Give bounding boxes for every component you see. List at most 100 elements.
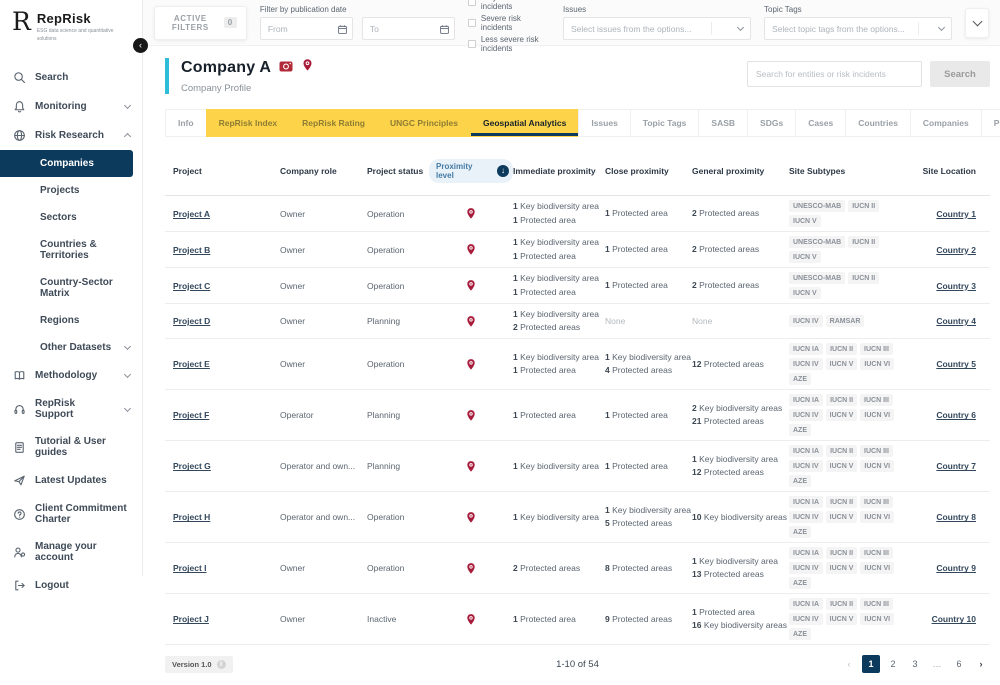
site-subtype-chip: IUCN VI xyxy=(860,613,894,625)
sidebar-item-projects[interactable]: Projects xyxy=(0,177,142,204)
site-subtypes-cell: IUCN IAIUCN IIIUCN IIIIUCN IVIUCN VIUCN … xyxy=(789,547,920,589)
tab-ungc-principles[interactable]: UNGC Principles xyxy=(377,109,471,137)
site-subtype-chip: IUCN III xyxy=(860,496,893,508)
sidebar-item-manage-your-account[interactable]: Manage your account xyxy=(0,533,142,571)
tab-sdgs[interactable]: SDGs xyxy=(747,109,796,137)
site-subtype-chip: IUCN II xyxy=(826,343,857,355)
sidebar-item-latest-updates[interactable]: Latest Updates xyxy=(0,466,142,495)
site-location-link[interactable]: Country 4 xyxy=(936,316,976,326)
tab-reprisk-rating[interactable]: RepRisk Rating xyxy=(289,109,378,137)
pagination-page-2[interactable]: 2 xyxy=(884,655,902,673)
project-link[interactable]: Project E xyxy=(173,359,210,369)
sidebar-item-sectors[interactable]: Sectors xyxy=(0,204,142,231)
site-subtype-chip: IUCN V xyxy=(826,409,858,421)
project-link[interactable]: Project J xyxy=(173,614,209,624)
checkbox-icon[interactable] xyxy=(468,0,476,6)
search-input[interactable] xyxy=(747,61,922,87)
active-filters-button[interactable]: ACTIVE FILTERS 0 xyxy=(154,6,247,40)
tab-issues[interactable]: Issues xyxy=(578,109,630,137)
site-subtype-chip: IUCN III xyxy=(860,547,893,559)
sidebar-item-search[interactable]: Search xyxy=(0,63,142,92)
issues-select[interactable]: Select issues from the options... xyxy=(563,17,751,40)
site-subtypes-cell: IUCN IAIUCN IIIUCN IIIIUCN IVIUCN VIUCN … xyxy=(789,445,920,487)
active-filters-count-badge: 0 xyxy=(224,17,237,28)
checkbox-icon[interactable] xyxy=(468,19,476,27)
sidebar-item-regions[interactable]: Regions xyxy=(0,307,142,334)
app-root: R RepRisk ESG data science and quantitat… xyxy=(0,0,1000,576)
tab-countries[interactable]: Countries xyxy=(845,109,911,137)
sidebar-item-logout[interactable]: Logout xyxy=(0,571,142,600)
tab-reprisk-index[interactable]: RepRisk Index xyxy=(206,109,291,137)
pagination-prev-button[interactable]: ‹ xyxy=(840,655,858,673)
site-location-link[interactable]: Country 7 xyxy=(936,461,976,471)
sidebar-item-label: Regions xyxy=(40,315,79,326)
site-location-link[interactable]: Country 8 xyxy=(936,512,976,522)
tab-companies[interactable]: Companies xyxy=(910,109,982,137)
project-link[interactable]: Project C xyxy=(173,281,210,291)
project-link[interactable]: Project F xyxy=(173,410,209,420)
project-link[interactable]: Project B xyxy=(173,245,210,255)
tab-info[interactable]: Info xyxy=(165,109,207,137)
pagination-page-6[interactable]: 6 xyxy=(950,655,968,673)
sidebar-item-risk-research[interactable]: Risk Research xyxy=(0,121,142,150)
tab-sasb[interactable]: SASB xyxy=(698,109,748,137)
table-header-row: Project Company role Project status Prox… xyxy=(165,150,990,196)
site-location-link[interactable]: Country 10 xyxy=(932,614,976,624)
sidebar-item-monitoring[interactable]: Monitoring xyxy=(0,92,142,121)
site-location-link[interactable]: Country 6 xyxy=(936,410,976,420)
company-role-cell: Owner xyxy=(280,209,367,219)
expand-filters-button[interactable] xyxy=(965,8,989,38)
site-subtype-chip: IUCN II xyxy=(826,496,857,508)
site-location-link[interactable]: Country 2 xyxy=(936,245,976,255)
project-status-cell: Operation xyxy=(367,512,429,522)
search-button[interactable]: Search xyxy=(930,61,990,87)
pagination-next-button[interactable]: › xyxy=(972,655,990,673)
site-subtype-chip: AZE xyxy=(789,526,811,538)
tab-topic-tags[interactable]: Topic Tags xyxy=(630,109,700,137)
site-location-link[interactable]: Country 3 xyxy=(936,281,976,291)
severity-checkbox-1[interactable]: Very severe risk incidents xyxy=(468,0,550,11)
topic-tags-label: Topic Tags xyxy=(764,5,952,14)
tab-projects[interactable]: Projects xyxy=(981,109,1000,137)
project-link[interactable]: Project G xyxy=(173,461,211,471)
proximity-level-sort-button[interactable]: Proximity level ↓ xyxy=(429,159,513,183)
project-status-cell: Planning xyxy=(367,410,429,420)
site-location-link[interactable]: Country 5 xyxy=(936,359,976,369)
globe-icon xyxy=(13,129,26,142)
sidebar-collapse-button[interactable]: ‹ xyxy=(133,38,148,53)
sidebar-item-client-commitment-charter[interactable]: Client Commitment Charter xyxy=(0,495,142,533)
topic-tags-select[interactable]: Select topic tags from the options... xyxy=(764,17,952,40)
sidebar-item-reprisk-support[interactable]: RepRisk Support xyxy=(0,390,142,428)
tab-cases[interactable]: Cases xyxy=(795,109,846,137)
site-subtype-chip: IUCN V xyxy=(789,287,821,299)
immediate-proximity-cell: 1 Key biodiversity area1 Protected area xyxy=(513,272,605,298)
location-pin-icon[interactable] xyxy=(301,58,314,77)
tab-geospatial-analytics[interactable]: Geospatial Analytics xyxy=(470,109,579,137)
project-link[interactable]: Project D xyxy=(173,316,210,326)
site-location-link[interactable]: Country 9 xyxy=(936,563,976,573)
pagination-page-1[interactable]: 1 xyxy=(862,655,880,673)
general-proximity-cell: 2 Protected areas xyxy=(692,279,789,292)
close-proximity-cell: 1 Protected area xyxy=(605,207,692,220)
project-link[interactable]: Project I xyxy=(173,563,207,573)
media-icon[interactable] xyxy=(279,59,293,77)
sidebar-item-tutorial-user-guides[interactable]: Tutorial & User guides xyxy=(0,428,142,466)
sidebar-item-methodology[interactable]: Methodology xyxy=(0,361,142,390)
site-location-link[interactable]: Country 1 xyxy=(936,209,976,219)
sidebar-item-label: Countries & Territories xyxy=(40,239,130,261)
megaphone-icon xyxy=(13,474,26,487)
sidebar-item-other-datasets[interactable]: Other Datasets xyxy=(0,334,142,361)
sidebar-item-companies[interactable]: Companies xyxy=(0,150,133,177)
sidebar-item-countries-territories[interactable]: Countries & Territories xyxy=(0,231,142,269)
sidebar-item-label: Methodology xyxy=(35,370,97,381)
proximity-pin-icon xyxy=(429,460,513,473)
project-status-cell: Operation xyxy=(367,281,429,291)
project-link[interactable]: Project A xyxy=(173,209,210,219)
project-link[interactable]: Project H xyxy=(173,512,210,522)
pagination-page-3[interactable]: 3 xyxy=(906,655,924,673)
general-proximity-cell: 1 Key biodiversity area12 Protected area… xyxy=(692,453,789,479)
breadcrumb: Company Profile xyxy=(181,83,314,94)
col-site-location: Site Location xyxy=(920,166,990,176)
severity-checkbox-2[interactable]: Severe risk incidents xyxy=(468,14,550,32)
sidebar-item-country-sector-matrix[interactable]: Country-Sector Matrix xyxy=(0,269,142,307)
